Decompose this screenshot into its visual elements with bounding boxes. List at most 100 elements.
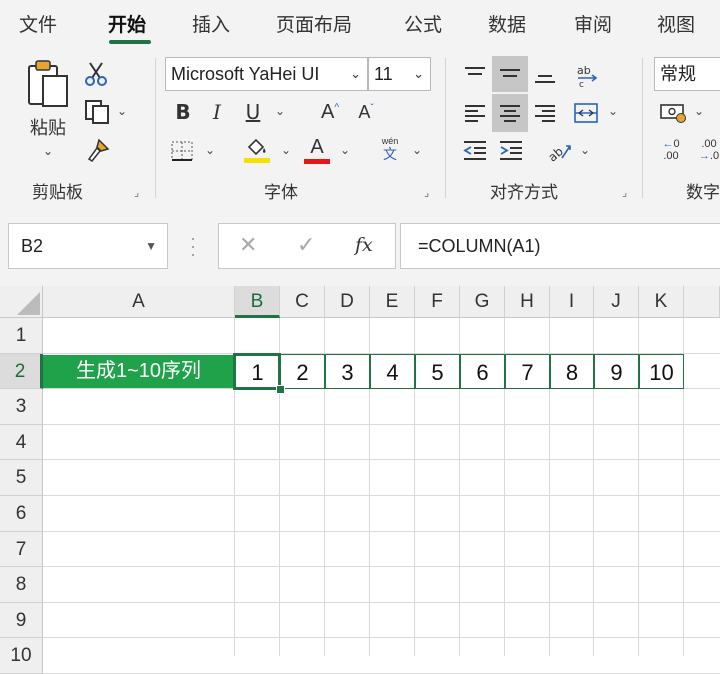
column-header-f[interactable]: F [415, 286, 460, 318]
increase-indent-button[interactable] [494, 134, 528, 166]
select-all-button[interactable] [0, 286, 43, 318]
number-format-select[interactable]: 常规 [654, 57, 720, 91]
increase-font-icon: A^ [320, 100, 340, 123]
alignment-launcher-icon[interactable]: ⌟ [622, 186, 627, 199]
align-bottom-button[interactable] [528, 58, 562, 92]
font-color-dropdown-icon[interactable]: ⌄ [340, 143, 350, 157]
row-header-5[interactable]: 5 [0, 460, 43, 496]
align-middle-button[interactable] [492, 56, 528, 92]
enter-icon[interactable]: ✓ [297, 232, 315, 258]
cut-button[interactable] [82, 60, 110, 88]
borders-dropdown-icon[interactable]: ⌄ [205, 143, 215, 157]
phonetic-dropdown-icon[interactable]: ⌄ [412, 143, 422, 157]
cell-g2[interactable]: 6 [460, 353, 505, 390]
cell-h2[interactable]: 7 [505, 353, 550, 390]
accounting-dropdown-icon[interactable]: ⌄ [694, 104, 704, 118]
name-box[interactable]: B2 ▼ [8, 223, 168, 269]
tab-data[interactable]: 数据 [488, 10, 526, 37]
row-header-6[interactable]: 6 [0, 496, 43, 532]
row-header-3[interactable]: 3 [0, 389, 43, 425]
font-color-swatch [304, 158, 330, 164]
underline-dropdown-icon[interactable]: ⌄ [275, 104, 285, 118]
decrease-indent-button[interactable] [458, 134, 492, 166]
cell-j2[interactable]: 9 [594, 353, 639, 390]
row-header-7[interactable]: 7 [0, 531, 43, 568]
copy-button[interactable] [82, 98, 112, 126]
row-header-10[interactable]: 10 [0, 638, 43, 674]
merge-center-button[interactable] [570, 96, 602, 130]
increase-decimal-button[interactable]: ←0 .00 [656, 134, 686, 166]
cell-a2[interactable]: 生成1~10序列 [43, 354, 234, 389]
orientation-button[interactable]: ab c [570, 58, 604, 92]
tab-page-layout[interactable]: 页面布局 [276, 10, 352, 37]
clipboard-launcher-icon[interactable]: ⌟ [134, 186, 139, 199]
phonetic-guide-button[interactable]: wén 文 [376, 134, 404, 164]
increase-font-size-button[interactable]: A^ [316, 98, 344, 126]
merge-dropdown-icon[interactable]: ⌄ [608, 104, 618, 118]
text-angle-button[interactable]: ab [544, 134, 574, 166]
borders-button[interactable] [168, 138, 196, 164]
column-header-a[interactable]: A [43, 286, 235, 318]
cell-b2[interactable]: 1 [235, 353, 280, 390]
tab-home[interactable]: 开始 [108, 10, 146, 37]
copy-dropdown-icon[interactable]: ⌄ [117, 104, 127, 118]
tab-review[interactable]: 审阅 [574, 10, 612, 37]
row-header-4[interactable]: 4 [0, 424, 43, 461]
decrease-font-size-button[interactable]: Aˇ [352, 98, 380, 126]
insert-function-icon[interactable]: fx [355, 234, 373, 256]
chevron-down-icon: ⌄ [413, 66, 424, 81]
align-middle-icon [500, 69, 520, 77]
cell-f2[interactable]: 5 [415, 353, 460, 390]
format-painter-button[interactable] [84, 136, 112, 164]
cell-e2[interactable]: 4 [370, 353, 415, 390]
formula-input[interactable]: =COLUMN(A1) [400, 223, 720, 269]
column-header-g[interactable]: G [460, 286, 505, 318]
phonetic-top: wén [381, 136, 399, 146]
cancel-icon[interactable]: ✕ [239, 232, 257, 258]
cell-d2[interactable]: 3 [325, 353, 370, 390]
fill-handle[interactable] [276, 385, 285, 395]
align-center-icon [500, 105, 520, 122]
row-header-9[interactable]: 9 [0, 602, 43, 639]
column-header-b[interactable]: B [235, 286, 280, 318]
align-top-button[interactable] [458, 58, 492, 92]
formula-bar-grip-icon[interactable]: · · · [190, 229, 196, 263]
column-header-k[interactable]: K [639, 286, 684, 318]
row-header-1[interactable]: 1 [0, 318, 43, 354]
column-header-d[interactable]: D [325, 286, 370, 318]
tab-formulas[interactable]: 公式 [404, 10, 442, 37]
column-header-h[interactable]: H [505, 286, 550, 318]
align-right-button[interactable] [528, 96, 562, 130]
column-header-e[interactable]: E [370, 286, 415, 318]
text-angle-dropdown-icon[interactable]: ⌄ [580, 143, 590, 157]
tab-insert[interactable]: 插入 [192, 10, 230, 37]
font-size-select[interactable]: 11 ⌄ [368, 57, 431, 91]
accounting-format-button[interactable] [656, 96, 690, 128]
bold-button[interactable]: B [170, 98, 196, 126]
italic-button[interactable]: I [204, 98, 230, 126]
align-left-button[interactable] [458, 96, 492, 130]
font-group-label: 字体 [264, 183, 298, 202]
decrease-decimal-button[interactable]: .00 →.0 [694, 134, 720, 166]
tab-view[interactable]: 视图 [657, 10, 695, 37]
column-header-j[interactable]: J [594, 286, 639, 318]
underline-button[interactable]: U [240, 98, 266, 126]
font-family-select[interactable]: Microsoft YaHei UI ⌄ [165, 57, 368, 91]
cell-i2[interactable]: 8 [550, 353, 594, 390]
paste-button[interactable]: 粘贴 ⌄ [22, 58, 74, 162]
column-header-i[interactable]: I [550, 286, 594, 318]
font-launcher-icon[interactable]: ⌟ [424, 186, 429, 199]
row-header-8[interactable]: 8 [0, 567, 43, 603]
column-header-c[interactable]: C [280, 286, 325, 318]
font-color-button[interactable]: A [302, 134, 332, 166]
cell-c2[interactable]: 2 [280, 353, 325, 390]
fill-color-button[interactable] [242, 134, 272, 166]
align-center-button[interactable] [492, 94, 528, 132]
cell-k2[interactable]: 10 [639, 353, 684, 390]
fill-color-dropdown-icon[interactable]: ⌄ [281, 143, 291, 157]
clipboard-icon [28, 60, 68, 107]
row-header-2[interactable]: 2 [0, 353, 43, 390]
worksheet-grid: A B C D E F G H I J K 1 2 3 4 5 6 7 8 9 10 生成1~10序列 1 2 3 4 5 6 7 8 9 1… [0, 286, 720, 674]
tab-file[interactable]: 文件 [19, 10, 57, 37]
italic-glyph: I [213, 100, 221, 124]
